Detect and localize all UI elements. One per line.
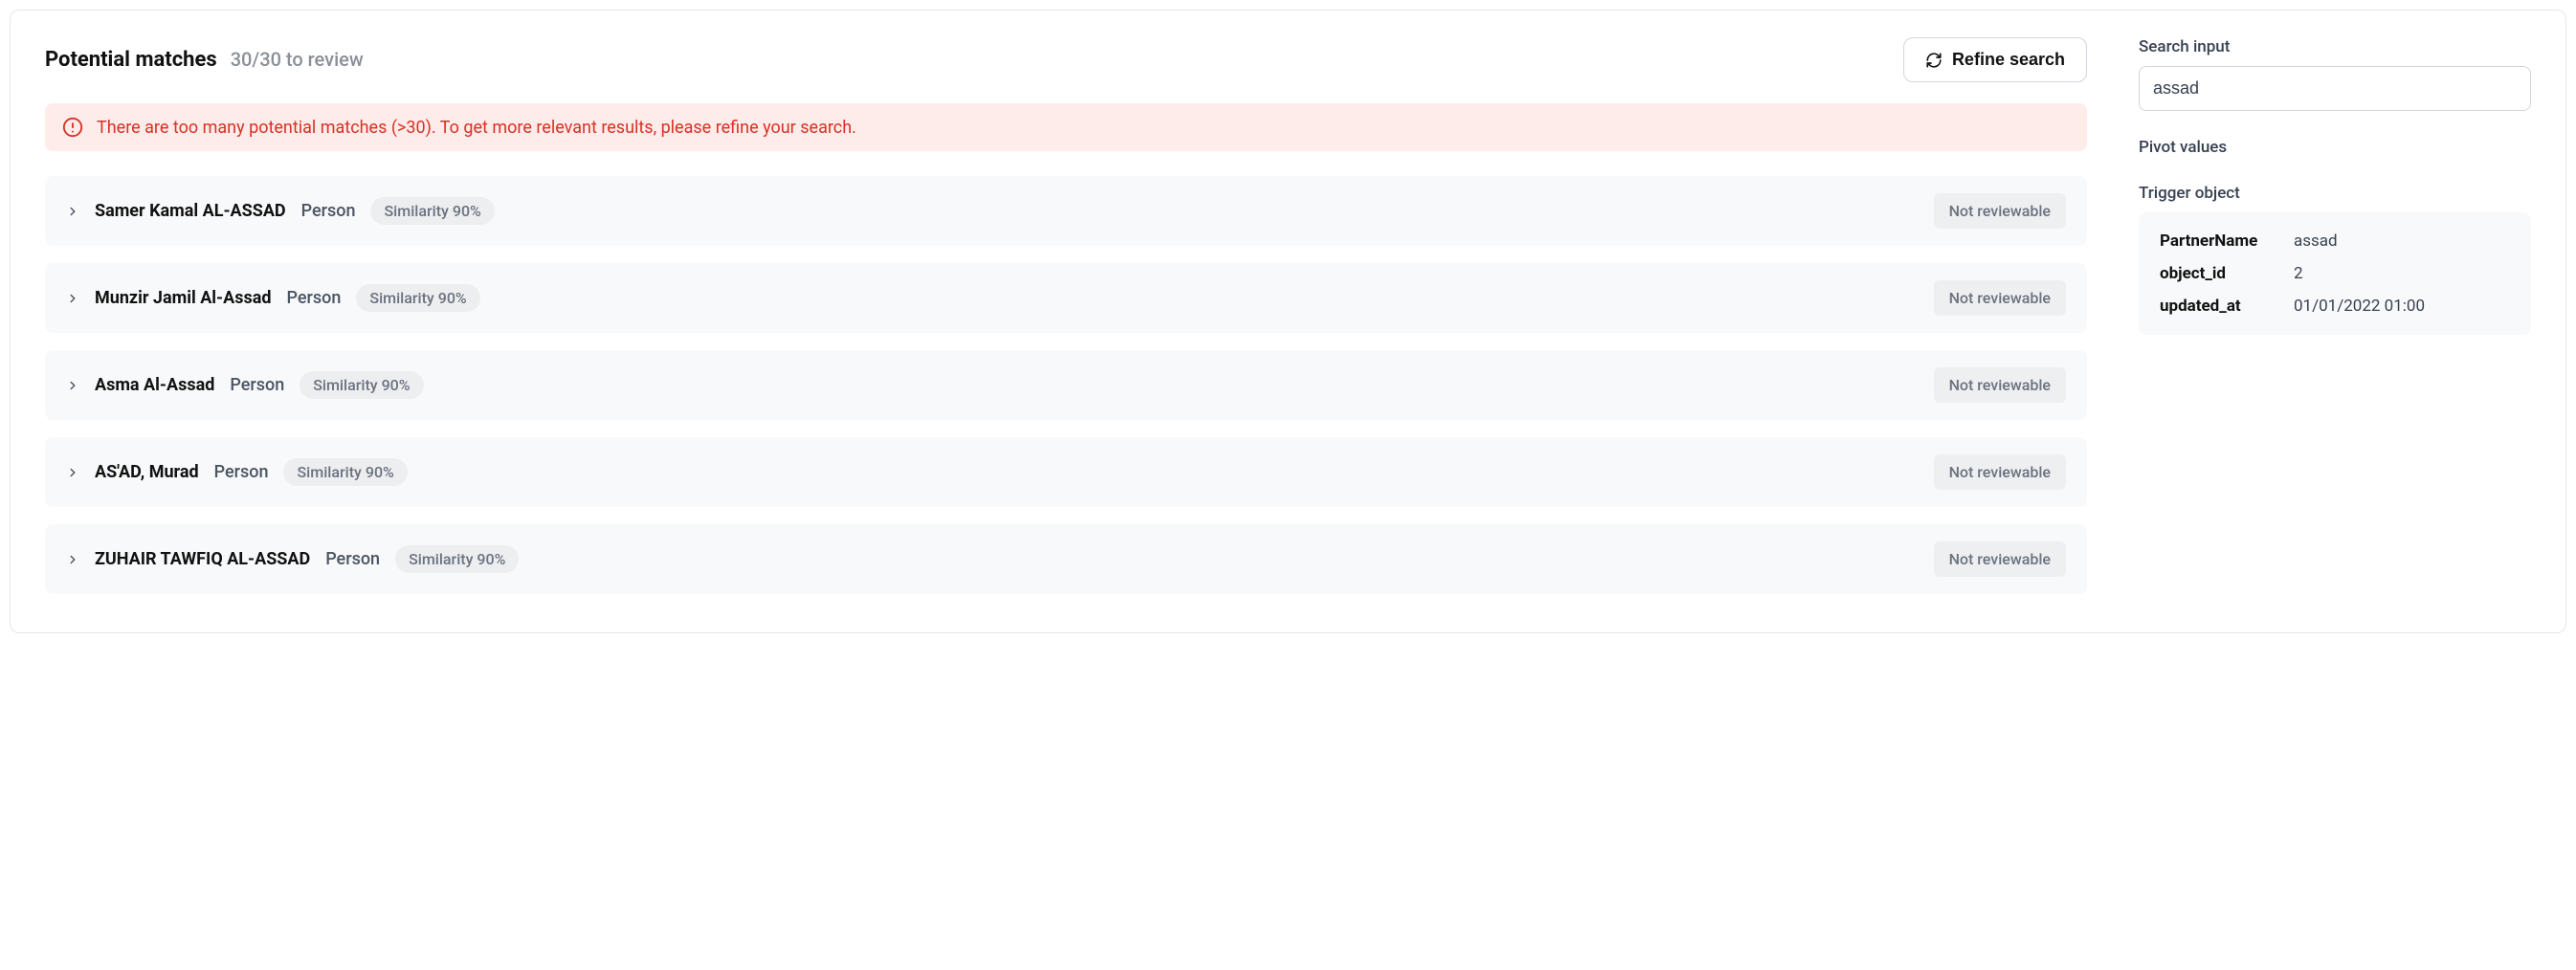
similarity-badge: Similarity 90% bbox=[395, 545, 519, 573]
status-badge: Not reviewable bbox=[1934, 541, 2066, 577]
match-type: Person bbox=[214, 462, 269, 482]
match-item[interactable]: AS'AD, Murad Person Similarity 90% Not revi… bbox=[45, 437, 2087, 507]
match-name: ZUHAIR TAWFIQ AL-ASSAD bbox=[95, 549, 310, 569]
sidebar-column: Search input Pivot values Trigger object… bbox=[2139, 37, 2531, 594]
trigger-row: updated_at01/01/2022 01:00 bbox=[2160, 297, 2510, 316]
alert-text: There are too many potential matches (>3… bbox=[97, 118, 856, 138]
title-block: Potential matches 30/30 to review bbox=[45, 48, 364, 72]
chevron-right-icon bbox=[66, 553, 79, 566]
pivot-values-label: Pivot values bbox=[2139, 138, 2531, 157]
match-name: Samer Kamal AL-ASSAD bbox=[95, 201, 286, 221]
status-badge: Not reviewable bbox=[1934, 367, 2066, 403]
similarity-badge: Similarity 90% bbox=[300, 371, 423, 399]
review-count: 30/30 to review bbox=[231, 48, 364, 71]
search-input-label: Search input bbox=[2139, 37, 2531, 56]
similarity-badge: Similarity 90% bbox=[370, 197, 494, 225]
match-name: AS'AD, Murad bbox=[95, 462, 199, 482]
alert-icon bbox=[62, 117, 83, 138]
status-badge: Not reviewable bbox=[1934, 280, 2066, 316]
trigger-key: object_id bbox=[2160, 264, 2294, 283]
refine-search-button[interactable]: Refine search bbox=[1903, 37, 2087, 82]
status-badge: Not reviewable bbox=[1934, 454, 2066, 490]
trigger-key: PartnerName bbox=[2160, 231, 2294, 251]
match-type: Person bbox=[287, 288, 342, 308]
match-name: Munzir Jamil Al-Assad bbox=[95, 288, 272, 308]
alert-too-many-matches: There are too many potential matches (>3… bbox=[45, 103, 2087, 151]
chevron-right-icon bbox=[66, 205, 79, 218]
match-item[interactable]: ZUHAIR TAWFIQ AL-ASSAD Person Similarity 9… bbox=[45, 524, 2087, 594]
header-row: Potential matches 30/30 to review Refine… bbox=[45, 37, 2087, 82]
trigger-value: 01/01/2022 01:00 bbox=[2294, 297, 2425, 316]
trigger-value: assad bbox=[2294, 231, 2338, 251]
trigger-object-box: PartnerNameassadobject_id2updated_at01/0… bbox=[2139, 212, 2531, 335]
status-badge: Not reviewable bbox=[1934, 193, 2066, 229]
match-name: Asma Al-Assad bbox=[95, 375, 214, 395]
chevron-right-icon bbox=[66, 292, 79, 305]
trigger-row: PartnerNameassad bbox=[2160, 231, 2510, 251]
main-column: Potential matches 30/30 to review Refine… bbox=[45, 37, 2087, 594]
page-panel: Potential matches 30/30 to review Refine… bbox=[10, 10, 2566, 633]
chevron-right-icon bbox=[66, 379, 79, 392]
search-input[interactable] bbox=[2139, 66, 2531, 111]
trigger-row: object_id2 bbox=[2160, 264, 2510, 283]
trigger-object-label: Trigger object bbox=[2139, 184, 2531, 203]
refresh-icon bbox=[1925, 52, 1943, 69]
search-input-section: Search input bbox=[2139, 37, 2531, 111]
similarity-badge: Similarity 90% bbox=[356, 284, 479, 312]
similarity-badge: Similarity 90% bbox=[283, 458, 407, 486]
match-item[interactable]: Munzir Jamil Al-Assad Person Similarity 90… bbox=[45, 263, 2087, 333]
trigger-value: 2 bbox=[2294, 264, 2303, 283]
pivot-values-section: Pivot values bbox=[2139, 138, 2531, 157]
match-type: Person bbox=[301, 201, 356, 221]
match-type: Person bbox=[230, 375, 284, 395]
match-item[interactable]: Asma Al-Assad Person Similarity 90% Not rev… bbox=[45, 350, 2087, 420]
trigger-key: updated_at bbox=[2160, 297, 2294, 316]
chevron-right-icon bbox=[66, 466, 79, 479]
refine-search-label: Refine search bbox=[1952, 50, 2065, 70]
trigger-object-section: Trigger object PartnerNameassadobject_id… bbox=[2139, 184, 2531, 335]
page-title: Potential matches bbox=[45, 48, 217, 72]
match-list: Samer Kamal AL-ASSAD Person Similarity 90%… bbox=[45, 176, 2087, 594]
match-type: Person bbox=[325, 549, 380, 569]
match-item[interactable]: Samer Kamal AL-ASSAD Person Similarity 90%… bbox=[45, 176, 2087, 246]
